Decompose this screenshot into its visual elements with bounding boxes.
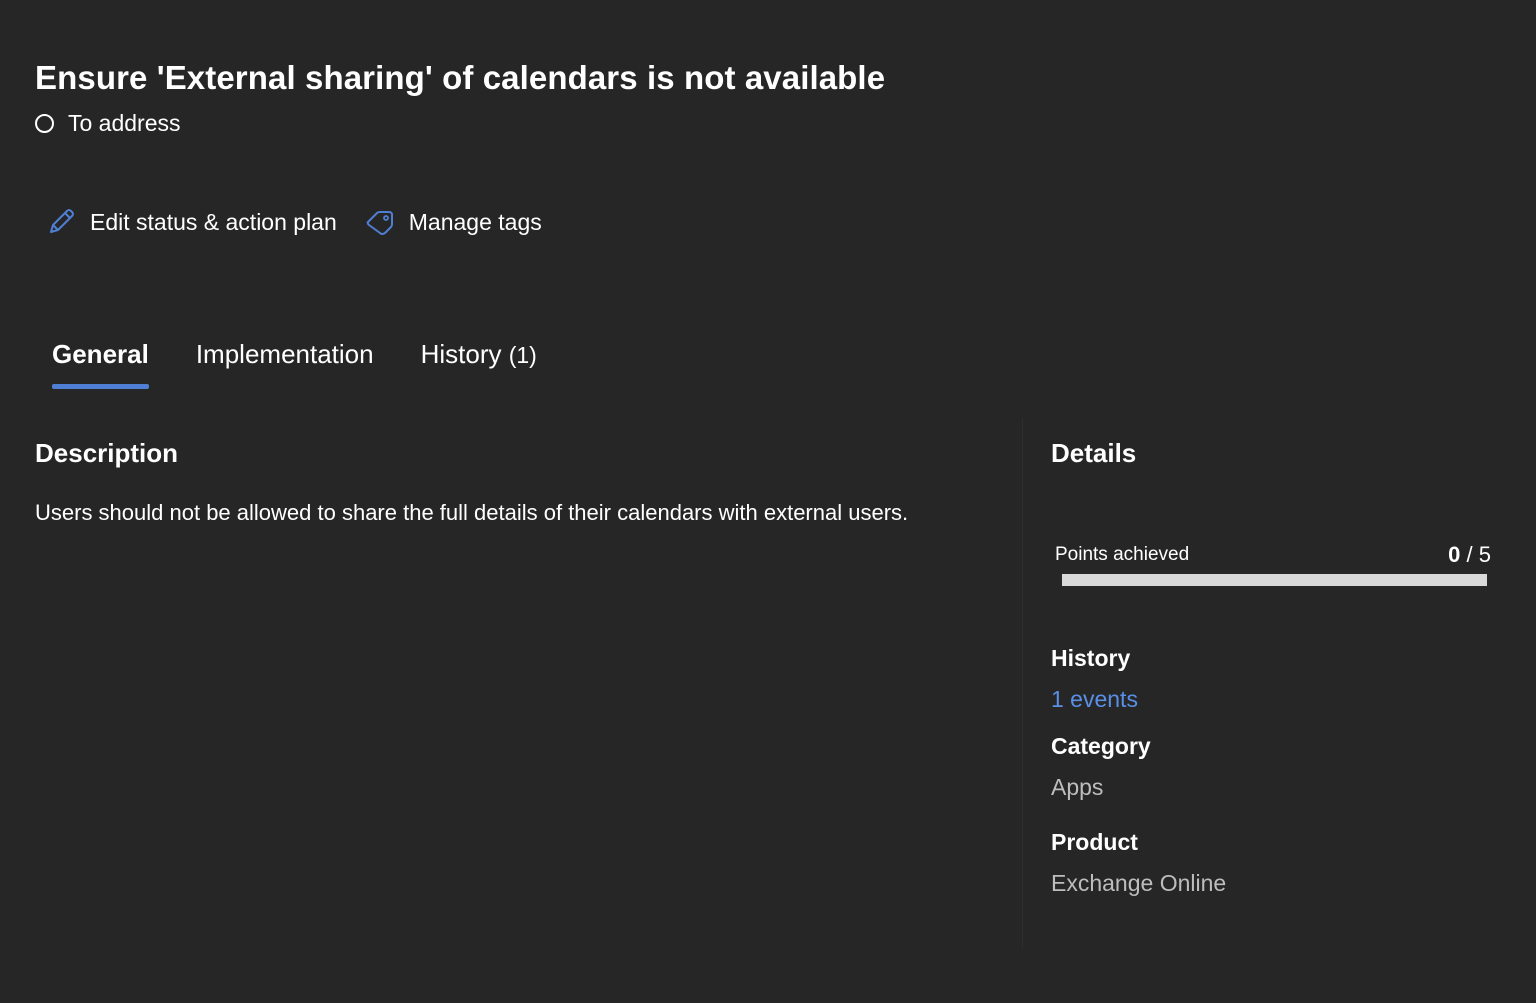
- status-text: To address: [68, 109, 181, 136]
- points-achieved-value: 0 / 5: [1448, 542, 1491, 568]
- details-panel: Details Points achieved 0 / 5 History 1 …: [1051, 436, 1491, 898]
- tab-implementation[interactable]: Implementation: [196, 334, 374, 390]
- action-toolbar: Edit status & action plan Manage tags: [46, 202, 570, 242]
- page-title: Ensure 'External sharing' of calendars i…: [35, 59, 886, 96]
- tab-general[interactable]: General: [52, 334, 149, 390]
- points-achieved-score: 0: [1448, 542, 1461, 567]
- tab-general-label: General: [52, 339, 149, 369]
- tab-history[interactable]: History (1): [421, 334, 537, 390]
- panel-divider: [1022, 418, 1023, 948]
- status-circle-icon: [35, 113, 54, 133]
- manage-tags-label: Manage tags: [408, 208, 542, 235]
- category-detail: Category Apps: [1051, 731, 1491, 802]
- page-header: Ensure 'External sharing' of calendars i…: [35, 56, 885, 138]
- pencil-icon: [46, 207, 76, 237]
- description-text: Users should not be allowed to share the…: [35, 500, 909, 525]
- points-achieved-row: Points achieved 0 / 5: [1055, 540, 1491, 570]
- details-heading: Details: [1051, 438, 1137, 468]
- description-section: Description Users should not be allowed …: [35, 436, 1005, 528]
- product-detail: Product Exchange Online: [1051, 827, 1491, 898]
- points-progress-bar: [1062, 574, 1487, 586]
- history-detail: History 1 events: [1051, 643, 1491, 714]
- edit-status-label: Edit status & action plan: [90, 208, 337, 235]
- description-heading: Description: [35, 438, 179, 468]
- tab-bar: General Implementation History (1): [52, 334, 584, 390]
- manage-tags-button[interactable]: Manage tags: [365, 207, 542, 237]
- points-separator: /: [1466, 542, 1473, 567]
- product-label: Product: [1051, 829, 1138, 855]
- status-indicator: To address: [35, 108, 885, 138]
- points-total: 5: [1478, 542, 1491, 567]
- history-events-link[interactable]: 1 events: [1051, 684, 1138, 714]
- category-label: Category: [1051, 733, 1151, 759]
- tag-icon: [365, 207, 395, 237]
- points-achieved-label: Points achieved: [1055, 544, 1190, 565]
- tab-history-label: History: [420, 339, 502, 369]
- tab-history-count: (1): [508, 342, 537, 368]
- edit-status-button[interactable]: Edit status & action plan: [46, 207, 337, 237]
- category-value: Apps: [1051, 774, 1104, 800]
- history-label: History: [1051, 645, 1131, 671]
- recommendation-page: Ensure 'External sharing' of calendars i…: [0, 0, 1536, 1003]
- tab-implementation-label: Implementation: [195, 339, 374, 369]
- product-value: Exchange Online: [1051, 870, 1227, 896]
